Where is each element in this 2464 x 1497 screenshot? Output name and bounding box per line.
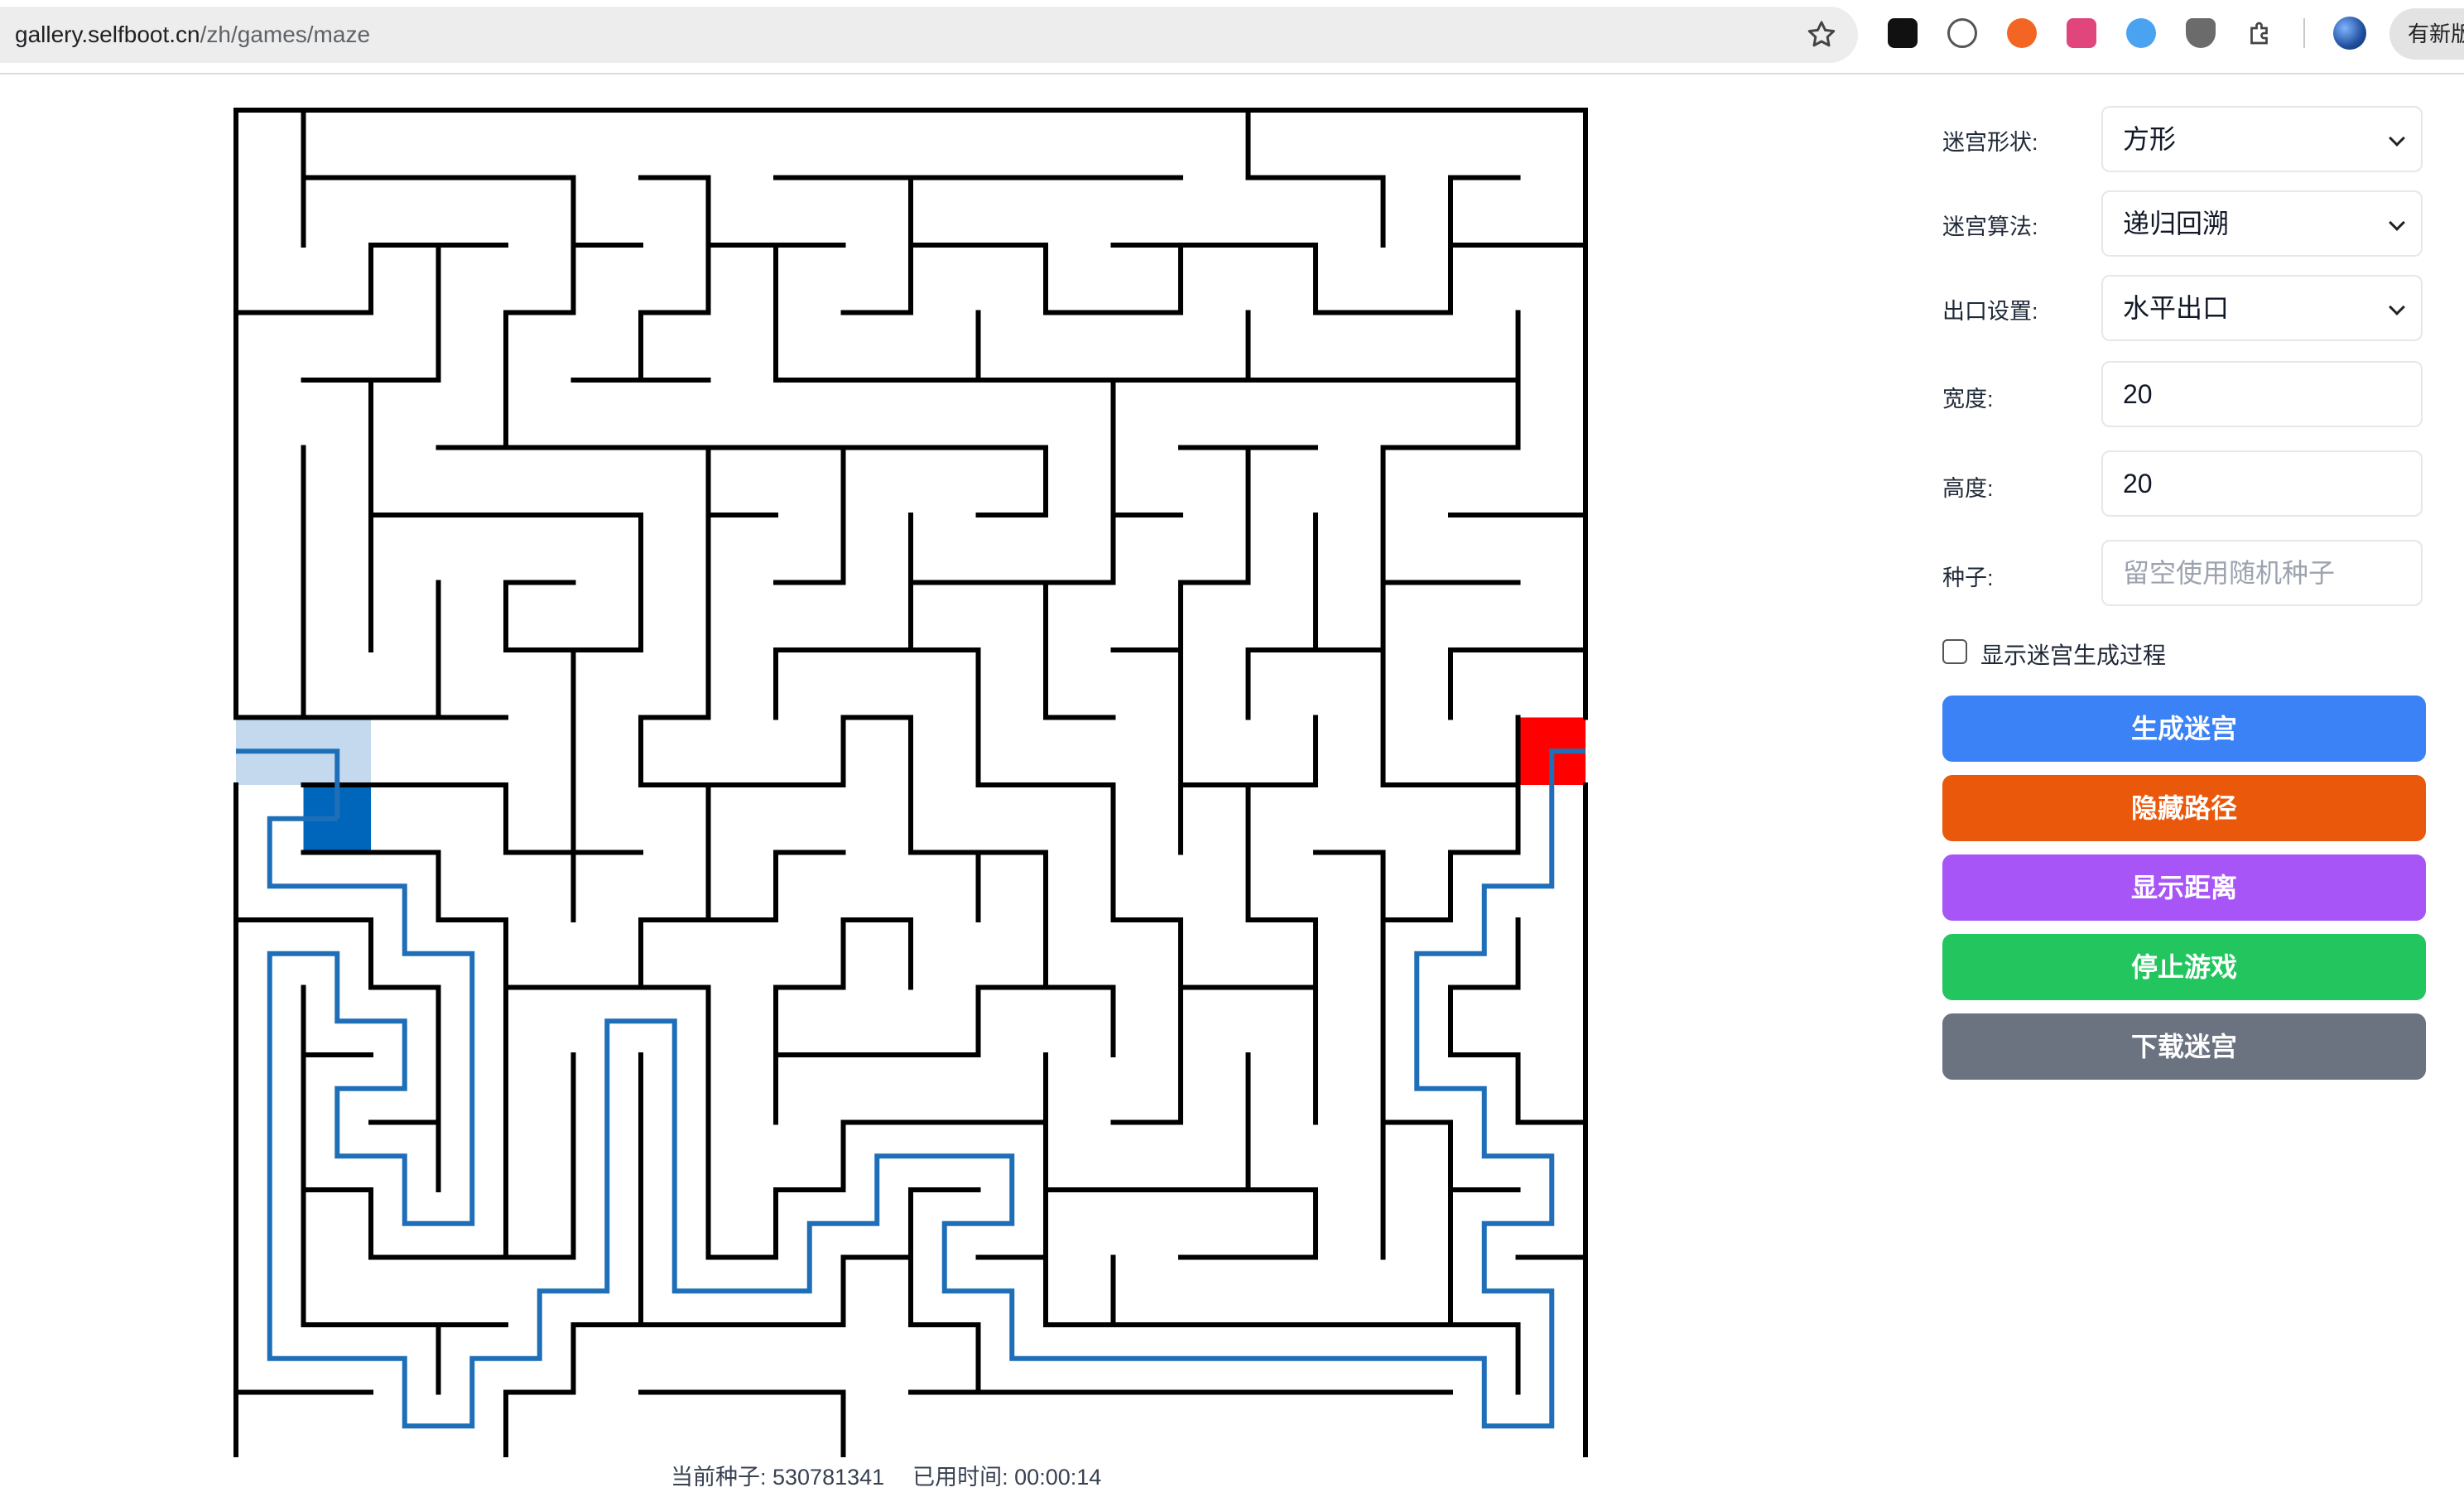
- show-distance-button[interactable]: 显示距离: [1942, 854, 2426, 921]
- elapsed-time-text: 已用时间: 00:00:14: [912, 1465, 1102, 1490]
- width-input[interactable]: 20: [2101, 361, 2423, 427]
- exit-label: 出口设置:: [1942, 299, 2038, 324]
- seed-input[interactable]: 留空使用随机种子: [2101, 540, 2423, 606]
- hide-path-button[interactable]: 隐藏路径: [1942, 775, 2426, 841]
- toolbar-separator: [2303, 18, 2305, 48]
- algorithm-select[interactable]: 递归回溯: [2101, 190, 2423, 257]
- current-seed-text: 当前种子: 530781341: [671, 1465, 885, 1490]
- shape-select[interactable]: 方形: [2101, 106, 2423, 172]
- extension-icon-3[interactable]: [2007, 18, 2037, 48]
- algorithm-label: 迷宫算法:: [1942, 214, 2038, 239]
- url-text[interactable]: gallery.selfboot.cn/zh/games/maze: [15, 7, 370, 63]
- browser-toolbar: gallery.selfboot.cn/zh/games/maze 有新版: [0, 0, 2464, 75]
- height-label: 高度:: [1942, 476, 1994, 501]
- browser-update-button[interactable]: 有新版: [2389, 8, 2464, 60]
- bookmark-star-icon[interactable]: [1805, 18, 1838, 51]
- shape-label: 迷宫形状:: [1942, 130, 2038, 155]
- show-process-label[interactable]: 显示迷宫生成过程: [1980, 638, 2166, 671]
- stop-game-button[interactable]: 停止游戏: [1942, 934, 2426, 1000]
- translate-extension-icon[interactable]: [2067, 18, 2096, 48]
- url-path: /zh/games/maze: [200, 22, 371, 47]
- extensions-puzzle-icon[interactable]: [2245, 18, 2275, 48]
- extension-icon-1[interactable]: [1888, 18, 1918, 48]
- extension-icon-2[interactable]: [1947, 18, 1977, 48]
- address-bar[interactable]: gallery.selfboot.cn/zh/games/maze: [0, 7, 1858, 63]
- profile-avatar[interactable]: [2333, 17, 2366, 50]
- url-host: gallery.selfboot.cn: [15, 22, 200, 47]
- extension-icon-5[interactable]: [2126, 18, 2156, 48]
- height-input[interactable]: 20: [2101, 450, 2423, 517]
- show-process-checkbox[interactable]: [1942, 639, 1967, 664]
- exit-select[interactable]: 水平出口: [2101, 275, 2423, 341]
- status-bar: 当前种子: 530781341 已用时间: 00:00:14: [671, 1459, 1101, 1491]
- ublock-shield-icon[interactable]: [2186, 18, 2216, 48]
- download-maze-button[interactable]: 下载迷宫: [1942, 1013, 2426, 1080]
- seed-label: 种子:: [1942, 566, 1994, 590]
- maze-board[interactable]: [0, 75, 1656, 1457]
- width-label: 宽度:: [1942, 387, 1994, 412]
- generate-maze-button[interactable]: 生成迷宫: [1942, 696, 2426, 762]
